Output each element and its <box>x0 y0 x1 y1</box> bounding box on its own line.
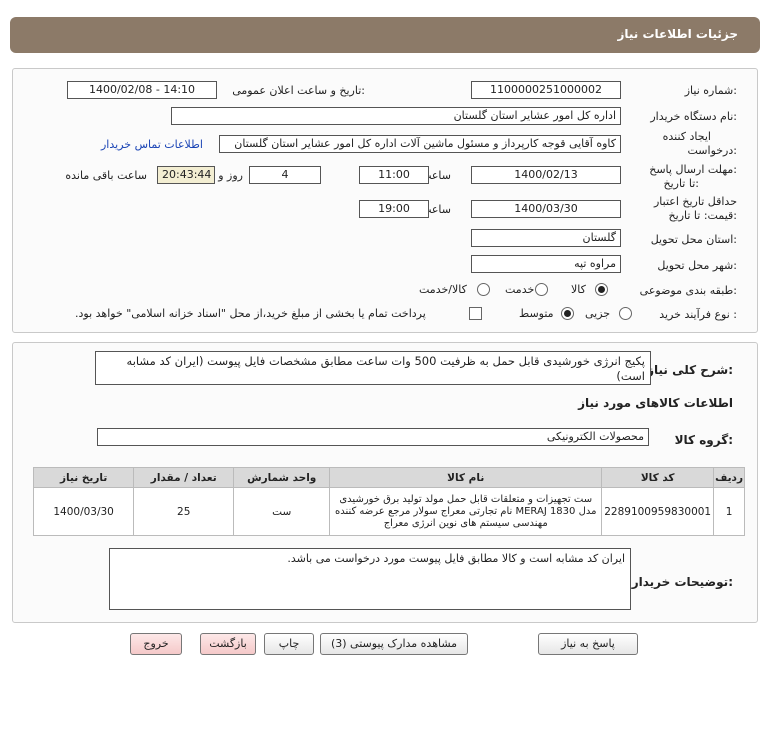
category-radio-goods[interactable] <box>595 283 608 296</box>
cell-name: ست تجهیزات و متعلقات قابل حمل مولد تولید… <box>329 487 603 536</box>
deadline-date-field: 1400/02/13 <box>471 166 621 184</box>
announce-field: 1400/02/08 - 14:10 <box>67 81 217 99</box>
requester-label-2: درخواست: <box>687 144 738 157</box>
days-label: روز و <box>218 169 243 182</box>
cell-date: 1400/03/30 <box>32 487 135 536</box>
print-button[interactable]: چاپ <box>264 633 314 655</box>
category-radio-both[interactable] <box>477 283 490 296</box>
cell-unit: ست <box>233 487 331 536</box>
description-field: پکیج انرژی خورشیدی قابل حمل به ظرفیت 500… <box>95 351 651 385</box>
goods-table-header: ردیف کد کالا نام کالا واحد شمارش تعداد /… <box>32 467 745 488</box>
days-remaining-field: 4 <box>249 166 321 184</box>
need-info-panel: شماره نیاز: 1100000251000002 تاریخ و ساع… <box>12 68 758 333</box>
buyer-org-field: اداره کل امور عشایر استان گلستان <box>171 107 621 125</box>
category-option-both: کالا/خدمت <box>419 283 467 296</box>
col-name: نام کالا <box>329 467 603 488</box>
cell-code: 2289100959830001 <box>601 487 715 536</box>
validity-time-field: 19:00 <box>359 200 429 218</box>
announce-label: تاریخ و ساعت اعلان عمومی: <box>232 84 365 97</box>
remaining-time-field: 20:43:44 <box>157 166 215 184</box>
province-field: گلستان <box>471 229 621 247</box>
col-code: کد کالا <box>601 467 715 488</box>
need-number-label: شماره نیاز: <box>684 84 737 97</box>
col-unit: واحد شمارش <box>233 467 331 488</box>
requester-label: ایجاد کننده <box>662 130 711 143</box>
process-label: نوع فرآیند خرید : <box>659 308 737 321</box>
validity-label-2: قیمت: تا تاریخ: <box>668 209 737 222</box>
validity-label: حداقل تاریخ اعتبار <box>653 195 737 208</box>
col-qty: تعداد / مقدار <box>133 467 235 488</box>
deadline-time-field: 11:00 <box>359 166 429 184</box>
process-option-minor: جزیی <box>585 307 611 320</box>
city-label: شهر محل تحویل: <box>657 259 737 272</box>
province-label: استان محل تحویل: <box>650 233 737 246</box>
exit-button[interactable]: خروج <box>130 633 182 655</box>
col-date: تاریخ نیاز <box>32 467 135 488</box>
goods-table: ردیف کد کالا نام کالا واحد شمارش تعداد /… <box>32 467 745 536</box>
category-option-goods: کالا <box>571 283 586 296</box>
reply-button[interactable]: پاسخ به نیاز <box>538 633 638 655</box>
process-option-medium: متوسط <box>519 307 554 320</box>
deadline-label-2: تا تاریخ: <box>663 177 699 190</box>
attachments-button[interactable]: مشاهده مدارک پیوستی (3) <box>320 633 468 655</box>
goods-panel: شرح کلی نیاز: پکیج انرژی خورشیدی قابل حم… <box>12 342 758 623</box>
goods-group-label: گروه کالا: <box>674 433 733 447</box>
back-button[interactable]: بازگشت <box>200 633 256 655</box>
page-header: جزئیات اطلاعات نیاز <box>10 17 760 53</box>
deadline-label: مهلت ارسال پاسخ: <box>649 163 737 176</box>
process-radio-medium[interactable] <box>561 307 574 320</box>
remaining-label: ساعت باقی مانده <box>65 169 147 182</box>
table-row: 1 2289100959830001 ست تجهیزات و متعلقات … <box>32 487 745 536</box>
goods-group-field: محصولات الکترونیکی <box>97 428 649 446</box>
category-label: طبقه بندی موضوعی: <box>639 284 737 297</box>
buyer-contact-link[interactable]: اطلاعات تماس خریدار <box>101 138 203 151</box>
buyer-notes-field: ایران کد مشابه است و کالا مطابق فایل پیو… <box>109 548 631 610</box>
page-title: جزئیات اطلاعات نیاز <box>617 27 738 41</box>
col-row: ردیف <box>713 467 745 488</box>
buyer-notes-label: توضیحات خریدار: <box>631 575 733 589</box>
cell-qty: 25 <box>133 487 235 536</box>
description-label: شرح کلی نیاز: <box>647 363 733 377</box>
need-number-field: 1100000251000002 <box>471 81 621 99</box>
requester-field: کاوه آقایی قوجه کارپرداز و مسئول ماشین آ… <box>219 135 621 153</box>
category-option-service: خدمت <box>505 283 535 296</box>
process-radio-minor[interactable] <box>619 307 632 320</box>
category-radio-service[interactable] <box>535 283 548 296</box>
buyer-org-label: نام دستگاه خریدار: <box>650 110 737 123</box>
cell-row: 1 <box>713 487 745 536</box>
payment-note: پرداخت تمام یا بخشی از مبلغ خرید،از محل … <box>75 307 426 320</box>
treasury-payment-checkbox[interactable] <box>469 307 482 320</box>
goods-section-title: اطلاعات کالاهای مورد نیاز <box>578 396 733 410</box>
city-field: مراوه تپه <box>471 255 621 273</box>
validity-date-field: 1400/03/30 <box>471 200 621 218</box>
